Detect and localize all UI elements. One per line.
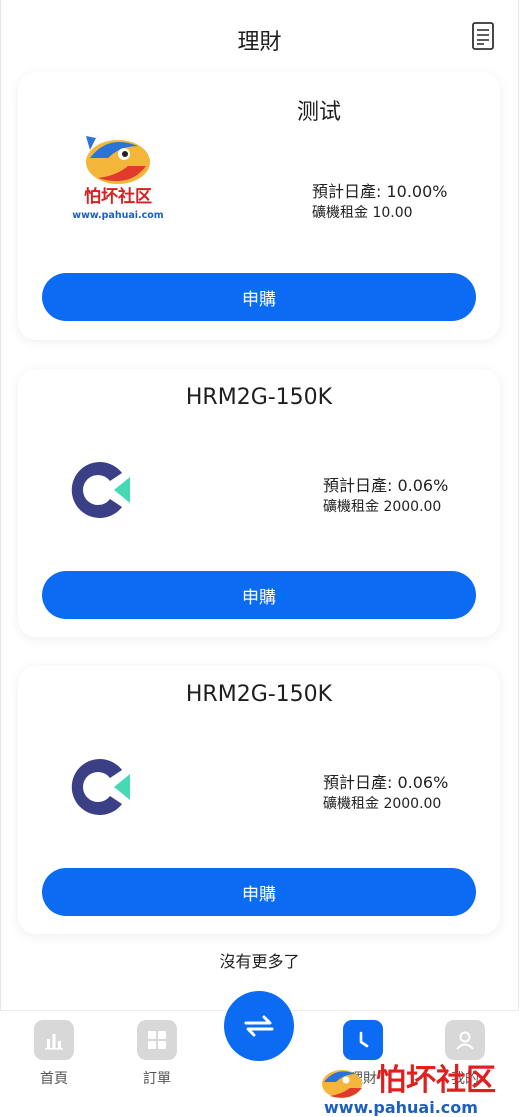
product-name: HRM2G-150K <box>185 385 333 410</box>
logo-url: www.pahuai.com <box>72 210 164 221</box>
subscribe-button[interactable]: 申購 <box>42 868 476 916</box>
document-icon[interactable] <box>471 22 495 50</box>
product-card: HRM2G-150K 預計日產: 0.06% 礦機租金 2000.00 申購 <box>18 369 500 637</box>
product-name: HRM2G-150K <box>185 682 333 707</box>
tab-label: 訂單 <box>143 1071 171 1087</box>
bar-chart-icon <box>34 1020 74 1060</box>
clock-icon <box>343 1020 383 1060</box>
subscribe-button[interactable]: 申購 <box>42 571 476 619</box>
daily-rate: 預計日產: 0.06% <box>323 773 449 792</box>
product-name: 测试 <box>296 100 341 125</box>
swap-arrows-icon[interactable] <box>224 991 294 1061</box>
subscribe-button[interactable]: 申購 <box>42 273 476 321</box>
watermark-url: www.pahuai.com <box>324 1098 478 1116</box>
watermark-logo: 怕坏社区 www.pahuai.com <box>322 1063 496 1116</box>
product-card: HRM2G-150K 預計日產: 0.06% 礦機租金 2000.00 申購 <box>18 666 500 934</box>
watermark-text: 怕坏社区 <box>376 1063 496 1098</box>
c-brand-logo <box>71 759 130 815</box>
rent-value: 礦機租金 2000.00 <box>323 499 442 515</box>
page-header: 理財 <box>0 0 519 78</box>
daily-rate: 預計日產: 10.00% <box>312 182 448 201</box>
rent-value: 礦機租金 10.00 <box>312 205 413 221</box>
user-icon <box>445 1020 485 1060</box>
grid-icon <box>137 1020 177 1060</box>
logo-text: 怕坏社区 <box>84 186 152 207</box>
page-title: 理財 <box>237 30 282 55</box>
tab-orders[interactable]: 訂單 <box>122 1020 192 1088</box>
tab-home[interactable]: 首頁 <box>19 1020 89 1088</box>
c-brand-logo <box>71 462 130 518</box>
daily-rate: 預計日產: 0.06% <box>323 476 449 495</box>
tab-label: 首頁 <box>40 1071 68 1087</box>
no-more-text: 沒有更多了 <box>219 952 300 971</box>
product-card: 测试 怕坏社区 www.pahuai.com 預計日產: 10.00% 礦機租金… <box>18 72 500 340</box>
rent-value: 礦機租金 2000.00 <box>323 796 442 812</box>
pahuai-community-logo: 怕坏社区 www.pahuai.com <box>72 136 164 221</box>
